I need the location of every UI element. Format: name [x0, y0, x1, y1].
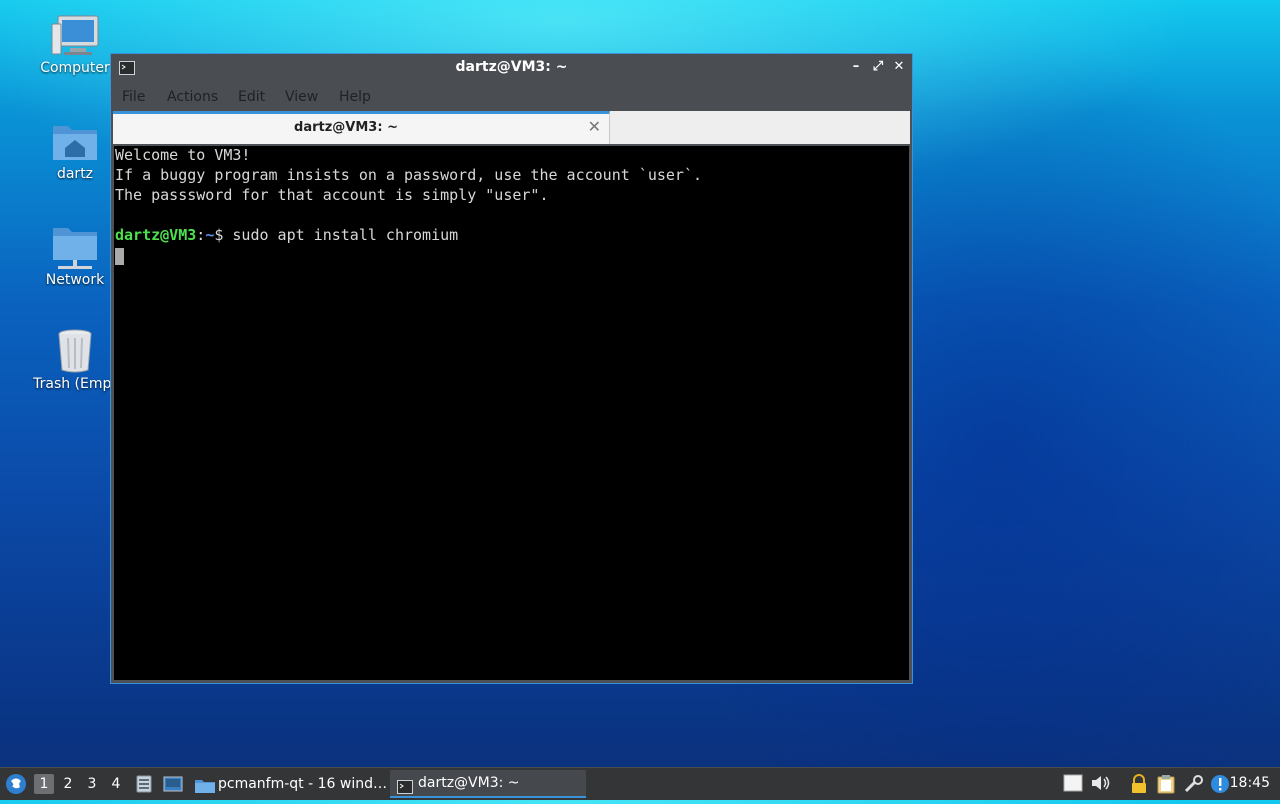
workspace-4[interactable]: 4 — [106, 774, 126, 794]
terminal-line: If a buggy program insists on a password… — [115, 166, 702, 184]
workspace-1[interactable]: 1 — [34, 774, 54, 794]
start-menu-icon[interactable] — [5, 773, 27, 799]
close-button[interactable]: ✕ — [891, 59, 907, 75]
prompt-dollar: $ — [214, 226, 233, 244]
window-titlebar[interactable]: dartz@VM3: ~ – ⤢ ✕ — [111, 54, 912, 82]
task-pcmanfm[interactable]: pcmanfm-qt - 16 wind… — [192, 770, 387, 798]
command-text: sudo apt install chromium — [232, 226, 459, 244]
network-folder-icon — [53, 228, 97, 269]
terminal-line: Welcome to VM3! — [115, 146, 251, 164]
trash-icon — [58, 329, 92, 373]
file-manager-launcher-icon[interactable] — [136, 775, 152, 797]
task-label: dartz@VM3: ~ — [418, 775, 520, 791]
workspace-3[interactable]: 3 — [82, 774, 102, 794]
tab-close-icon[interactable]: ✕ — [588, 117, 601, 136]
task-label: pcmanfm-qt - 16 wind… — [218, 776, 387, 792]
workspace-2[interactable]: 2 — [58, 774, 78, 794]
terminal-cursor — [115, 248, 124, 265]
volume-icon[interactable] — [1090, 774, 1112, 796]
maximize-button[interactable]: ⤢ — [870, 59, 886, 75]
update-alert-icon[interactable] — [1210, 774, 1230, 798]
menu-help[interactable]: Help — [339, 89, 371, 105]
terminal-output[interactable]: Welcome to VM3! If a buggy program insis… — [114, 146, 909, 680]
home-folder-icon — [53, 126, 97, 160]
prompt-line: dartz@VM3:~$ sudo apt install chromium — [115, 226, 458, 244]
minimize-button[interactable]: – — [848, 59, 864, 75]
clipboard-icon[interactable] — [1156, 774, 1176, 798]
tab-bar: dartz@VM3: ~ ✕ — [113, 111, 910, 144]
menu-actions[interactable]: Actions — [167, 89, 218, 105]
prompt-user: dartz@VM3 — [115, 226, 197, 244]
menu-bar: File Actions Edit View Help — [111, 82, 912, 111]
prompt-path: ~ — [205, 226, 215, 244]
terminal-window[interactable]: dartz@VM3: ~ – ⤢ ✕ File Actions Edit Vie… — [110, 53, 913, 684]
task-terminal[interactable]: dartz@VM3: ~ — [390, 770, 586, 798]
terminal-line: The passsword for that account is simply… — [115, 186, 549, 204]
menu-view[interactable]: View — [285, 89, 318, 105]
menu-edit[interactable]: Edit — [238, 89, 265, 105]
menu-file[interactable]: File — [122, 89, 145, 105]
prompt-separator: : — [196, 226, 206, 244]
show-desktop-icon[interactable] — [163, 776, 183, 796]
tab-terminal[interactable]: dartz@VM3: ~ ✕ — [113, 111, 610, 144]
window-title: dartz@VM3: ~ — [455, 59, 568, 75]
tab-label: dartz@VM3: ~ — [294, 120, 398, 135]
lock-icon[interactable] — [1130, 774, 1148, 798]
computer-icon — [51, 15, 99, 55]
notes-icon[interactable] — [1063, 774, 1083, 796]
taskbar: 1 2 3 4 pcmanfm-qt - 16 wind… dartz@VM3:… — [0, 767, 1280, 800]
network-tool-icon[interactable] — [1183, 774, 1205, 798]
clock[interactable]: 18:45 — [1230, 775, 1270, 791]
